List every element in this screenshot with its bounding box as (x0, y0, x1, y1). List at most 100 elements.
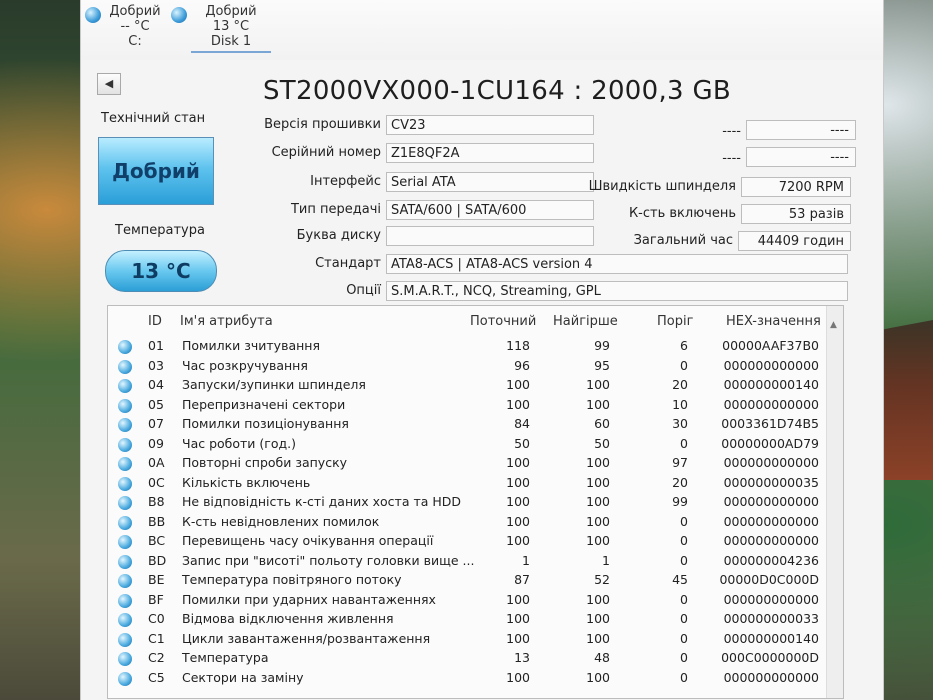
table-row[interactable]: BE Температура повітряного потоку 87 52 45 00… (108, 572, 843, 591)
cell-id: 09 (148, 435, 164, 451)
col-threshold[interactable]: Поріг (657, 314, 693, 329)
cell-id: C1 (148, 630, 165, 646)
previous-disk-button[interactable]: ◀ (97, 73, 121, 95)
cell-current: 100 (506, 533, 530, 548)
cell-name: Час розкручування (182, 357, 308, 373)
cell-current: 1 (522, 552, 530, 568)
power-on-count-label: К-сть включень (628, 206, 736, 221)
table-row[interactable]: 05 Перепризначені сектори 100 100 10 00000000… (108, 397, 843, 416)
cell-name: Перепризначені сектори (182, 396, 346, 412)
cell-raw: 0003361D74B5 (721, 416, 819, 431)
cell-id: BB (148, 513, 166, 529)
unused-field-2: ---- (746, 147, 856, 167)
table-row[interactable]: BC Перевищень часу очікування операції 100… (108, 533, 843, 552)
table-header: ID Ім'я атрибута Поточний Найгірше Поріг… (108, 314, 843, 334)
table-row[interactable]: 09 Час роботи (год.) 50 50 0 00000000AD79 (108, 436, 843, 455)
cell-current: 50 (514, 435, 530, 451)
drive-letter-field (386, 226, 594, 246)
cell-worst: 100 (586, 513, 610, 529)
col-id[interactable]: ID (148, 314, 162, 329)
crystaldiskinfo-window: Добрий -- °C C: Добрий 13 °C Disk 1 ◀ ST… (80, 0, 884, 700)
cell-name: Цикли завантаження/розвантаження (182, 630, 431, 646)
table-row[interactable]: 07 Помилки позиціонування 84 60 30 0003361D74… (108, 416, 843, 435)
health-status-button[interactable]: Добрий (98, 137, 214, 205)
cell-id: 07 (148, 416, 164, 431)
table-row[interactable]: 03 Час розкручування 96 95 0 000000000000 (108, 358, 843, 377)
table-row[interactable]: BB К-сть невідновлених помилок 100 100 0 0000… (108, 514, 843, 533)
cell-threshold: 0 (680, 552, 688, 568)
cell-id: BC (148, 533, 166, 548)
cell-threshold: 20 (672, 474, 688, 490)
health-dot-icon (118, 340, 132, 354)
cell-raw: 000000000140 (723, 377, 819, 392)
cell-id: B8 (148, 494, 165, 509)
table-row[interactable]: 01 Помилки зчитування 118 99 6 00000AAF37B0 (108, 338, 843, 357)
cell-worst: 48 (594, 650, 610, 665)
cell-name: Кількість включень (182, 474, 311, 490)
cell-name: Температура (182, 650, 269, 665)
cell-raw: 000000000000 (723, 455, 819, 470)
disk-model-title: ST2000VX000-1CU164 : 2000,3 GB (263, 76, 732, 106)
temperature-button[interactable]: 13 °C (105, 250, 217, 292)
cell-threshold: 0 (680, 591, 688, 607)
smart-attributes-table[interactable]: ID Ім'я атрибута Поточний Найгірше Поріг… (107, 305, 844, 699)
cell-id: 0C (148, 474, 165, 490)
cell-threshold: 20 (672, 377, 688, 392)
scroll-up-icon[interactable]: ▲ (830, 320, 837, 330)
table-row[interactable]: 04 Запуски/зупинки шпинделя 100 100 20 000000… (108, 377, 843, 396)
cell-current: 100 (506, 611, 530, 626)
features-field: S.M.A.R.T., NCQ, Streaming, GPL (386, 281, 848, 301)
col-name[interactable]: Ім'я атрибута (180, 314, 273, 329)
cell-worst: 95 (594, 357, 610, 373)
col-current[interactable]: Поточний (470, 314, 536, 329)
table-row[interactable]: B8 Не відповідність к-сті даних хоста та … (108, 494, 843, 513)
cell-worst: 52 (594, 572, 610, 587)
cell-current: 100 (506, 396, 530, 412)
disk-tab-disk1[interactable]: Добрий 13 °C Disk 1 (171, 4, 271, 53)
table-row[interactable]: 0A Повторні спроби запуску 100 100 97 0000000… (108, 455, 843, 474)
cell-threshold: 0 (680, 669, 688, 685)
health-label: Технічний стан (101, 111, 206, 126)
cell-threshold: 30 (672, 416, 688, 431)
cell-name: Час роботи (год.) (182, 435, 296, 451)
table-row[interactable]: C0 Відмова відключення живлення 100 100 0 000… (108, 611, 843, 630)
power-on-hours-field: 44409 годин (738, 231, 851, 251)
col-raw[interactable]: HEX-значення (726, 314, 821, 329)
table-row[interactable]: C5 Сектори на заміну 100 100 0 000000000000 (108, 670, 843, 689)
cell-threshold: 99 (672, 494, 688, 509)
cell-raw: 000000000000 (723, 513, 819, 529)
col-worst[interactable]: Найгірше (553, 314, 618, 329)
cell-name: Перевищень часу очікування операції (182, 533, 434, 548)
cell-name: Запис при "висоті" польоту головки вище … (182, 552, 475, 568)
cell-id: BE (148, 572, 165, 587)
cell-raw: 000C0000000D (721, 650, 819, 665)
health-dot-icon (118, 535, 132, 549)
cell-raw: 000000000000 (723, 494, 819, 509)
transfer-mode-field: SATA/600 | SATA/600 (386, 200, 594, 220)
table-row[interactable]: C1 Цикли завантаження/розвантаження 100 100… (108, 631, 843, 650)
cell-threshold: 45 (672, 572, 688, 587)
cell-raw: 000000000140 (723, 630, 819, 646)
cell-current: 100 (506, 669, 530, 685)
cell-name: Відмова відключення живлення (182, 611, 394, 626)
cell-name: Не відповідність к-сті даних хоста та HD… (182, 494, 462, 509)
health-dot-icon (118, 398, 132, 413)
disk-tab-c[interactable]: Добрий -- °C C: (85, 4, 165, 49)
table-row[interactable]: 0C Кількість включень 100 100 20 000000000035 (108, 475, 843, 494)
cell-worst: 1 (602, 552, 610, 568)
standard-field: ATA8-ACS | ATA8-ACS version 4 (386, 254, 848, 274)
cell-current: 100 (506, 474, 530, 490)
table-row[interactable]: BF Помилки при ударних навантаженнях 100 10… (108, 592, 843, 611)
table-scrollbar[interactable]: ▲ (826, 306, 843, 698)
health-dot-icon (118, 671, 132, 686)
cell-name: Помилки при ударних навантаженнях (182, 591, 436, 607)
rotation-rate-label: Швидкість шпинделя (588, 179, 736, 194)
table-row[interactable]: C2 Температура 13 48 0 000C0000000D (108, 650, 843, 669)
cell-worst: 100 (586, 474, 610, 490)
table-row[interactable]: BD Запис при "висоті" польоту головки вищ… (108, 553, 843, 572)
cell-worst: 100 (586, 377, 610, 392)
cell-id: C2 (148, 650, 165, 665)
cell-raw: 000000000000 (723, 533, 819, 548)
cell-name: Температура повітряного потоку (182, 572, 402, 587)
health-dot-icon (118, 379, 132, 393)
